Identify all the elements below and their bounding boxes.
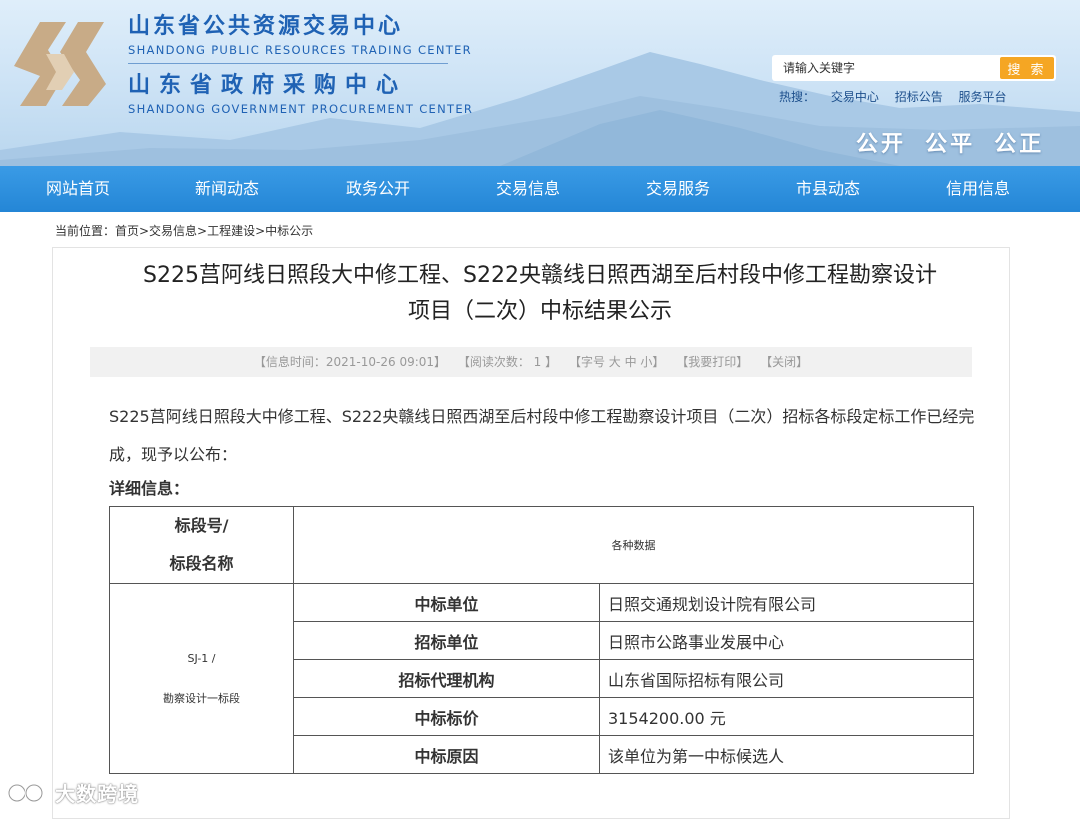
close-button[interactable]: 【关闭】: [760, 355, 808, 369]
nav-item-county-news[interactable]: 市县动态: [796, 166, 860, 212]
table-section-name: SJ-1 / 勘察设计一标段: [109, 583, 294, 774]
brand-name-en-primary: SHANDONG PUBLIC RESOURCES TRADING CENTER: [128, 43, 472, 57]
table-row-value: 日照市公路事业发展中心: [599, 621, 974, 660]
article-title: S225莒阿线日照段大中修工程、S222央赣线日照西湖至后村段中修工程勘察设计 …: [80, 258, 1000, 330]
hot-search-link-trading-center[interactable]: 交易中心: [831, 90, 879, 104]
nav-item-home[interactable]: 网站首页: [46, 166, 110, 212]
table-row-value: 该单位为第一中标候选人: [599, 735, 974, 774]
brand-block: 山东省公共资源交易中心 SHANDONG PUBLIC RESOURCES TR…: [128, 16, 473, 116]
article-title-line-1: S225莒阿线日照段大中修工程、S222央赣线日照西湖至后村段中修工程勘察设计: [143, 263, 937, 288]
brand-divider: [128, 63, 448, 64]
nav-item-news[interactable]: 新闻动态: [195, 166, 259, 212]
table-row-value: 山东省国际招标有限公司: [599, 659, 974, 698]
nav-item-trading-service[interactable]: 交易服务: [646, 166, 710, 212]
table-section-title: 勘察设计一标段: [163, 691, 240, 705]
table-header-section: 标段号/ 标段名称: [109, 506, 294, 584]
breadcrumb[interactable]: 当前位置：首页>交易信息>工程建设>中标公示: [55, 222, 313, 239]
logo-icon: [14, 22, 106, 106]
detail-label: 详细信息：: [109, 479, 190, 498]
article-info-bar: 【信息时间：2021-10-26 09:01】 【阅读次数： 1 】 【字号 大…: [90, 347, 972, 377]
table-row-key: 中标标价: [293, 697, 600, 736]
table-header-row: 标段号/ 标段名称 各种数据: [109, 506, 974, 584]
table-row-value: 日照交通规划设计院有限公司: [599, 583, 974, 622]
nav-item-credit-info[interactable]: 信用信息: [946, 166, 1010, 212]
slogan-open: 公开: [856, 132, 907, 157]
table-header-section-line-2: 标段名称: [169, 554, 234, 573]
info-time: 【信息时间：2021-10-26 09:01】: [253, 355, 447, 369]
table-header-section-line-1: 标段号/: [174, 516, 229, 535]
nav-item-government-affairs[interactable]: 政务公开: [346, 166, 410, 212]
table-row-key: 招标单位: [293, 621, 600, 660]
print-button[interactable]: 【我要打印】: [676, 355, 748, 369]
brand-name-cn-secondary: 山东省政府采购中心: [128, 73, 408, 98]
slogan-just: 公正: [994, 132, 1045, 157]
search-input[interactable]: [772, 55, 1011, 81]
watermark-logo-icon: [7, 783, 44, 802]
watermark: 大数跨境: [6, 778, 139, 807]
search-box: 搜 索: [772, 55, 1056, 81]
result-table: 标段号/ 标段名称 各种数据 SJ-1 / 勘察设计一标段 中标单位 日照交通规…: [109, 506, 974, 774]
info-views: 【阅读次数： 1 】: [457, 355, 558, 369]
table-row: SJ-1 / 勘察设计一标段 中标单位 日照交通规划设计院有限公司: [109, 583, 974, 774]
hot-search: 热搜： 交易中心 招标公告 服务平台: [779, 88, 1019, 105]
nav-item-trading-info[interactable]: 交易信息: [496, 166, 560, 212]
watermark-text: 大数跨境: [55, 782, 140, 806]
site-header: 山东省公共资源交易中心 SHANDONG PUBLIC RESOURCES TR…: [0, 0, 1080, 166]
font-size-switch[interactable]: 【字号 大 中 小】: [569, 355, 664, 369]
main-nav: 网站首页 新闻动态 政务公开 交易信息 交易服务 市县动态 信用信息: [0, 166, 1080, 212]
table-header-data: 各种数据: [293, 506, 974, 584]
hot-search-label: 热搜：: [779, 90, 816, 104]
table-row-key: 中标原因: [293, 735, 600, 774]
search-button[interactable]: 搜 索: [1000, 57, 1054, 79]
table-row-key: 中标单位: [293, 583, 600, 622]
hot-search-link-tender-notice[interactable]: 招标公告: [895, 90, 943, 104]
brand-name-cn-primary: 山东省公共资源交易中心: [128, 14, 404, 39]
article-intro: S225莒阿线日照段大中修工程、S222央赣线日照西湖至后村段中修工程勘察设计项…: [109, 407, 975, 464]
table-section-code: SJ-1 /: [187, 651, 216, 665]
table-row-key: 招标代理机构: [293, 659, 600, 698]
table-row-value: 3154200.00 元: [599, 697, 974, 736]
slogan: 公开 公平 公正: [856, 126, 1058, 158]
hot-search-link-service-platform[interactable]: 服务平台: [959, 90, 1007, 104]
slogan-fair: 公平: [925, 132, 976, 157]
brand-name-en-secondary: SHANDONG GOVERNMENT PROCUREMENT CENTER: [128, 102, 474, 116]
article-title-line-2: 项目（二次）中标结果公示: [407, 299, 672, 324]
